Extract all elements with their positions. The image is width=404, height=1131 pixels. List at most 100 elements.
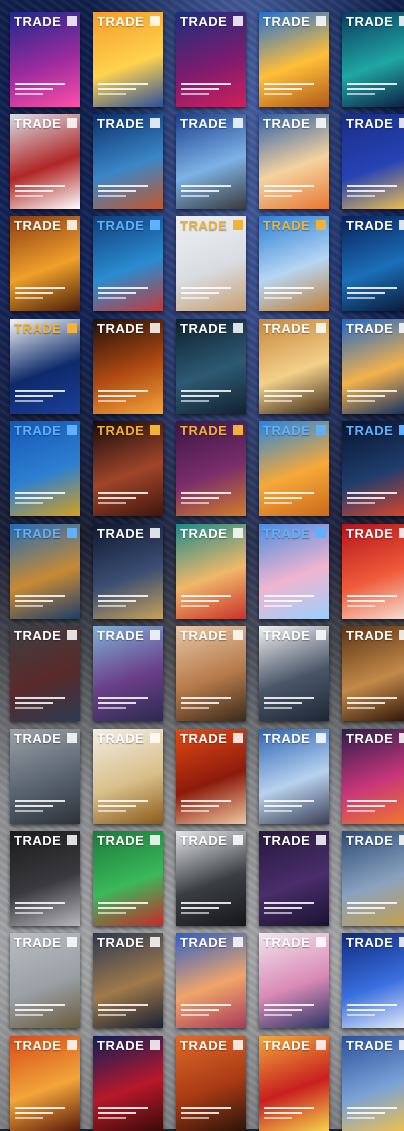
magazine-cover[interactable]: TRADE bbox=[93, 1036, 163, 1131]
magazine-cover[interactable]: TRADE bbox=[259, 729, 329, 824]
cover-headline-lines bbox=[98, 489, 148, 504]
magazine-cover[interactable]: TRADE bbox=[10, 114, 80, 209]
cover-masthead: TRADE bbox=[180, 1038, 228, 1053]
magazine-cover[interactable]: TRADE bbox=[176, 114, 246, 209]
magazine-cover[interactable]: TRADE bbox=[259, 524, 329, 619]
masthead-accent-icon bbox=[316, 528, 326, 538]
magazine-cover[interactable]: TRADE bbox=[93, 626, 163, 721]
cover-headline-lines bbox=[347, 899, 397, 914]
magazine-cover[interactable]: TRADE bbox=[10, 831, 80, 926]
magazine-cover[interactable]: TRADE bbox=[259, 12, 329, 107]
magazine-cover[interactable]: TRADE bbox=[342, 933, 404, 1028]
magazine-cover[interactable]: TRADE bbox=[342, 421, 404, 516]
cover-headline-lines bbox=[15, 797, 65, 812]
masthead-accent-icon bbox=[399, 937, 404, 947]
cover-masthead: TRADE bbox=[180, 628, 228, 643]
cover-headline-lines bbox=[98, 80, 148, 95]
masthead-accent-icon bbox=[150, 937, 160, 947]
magazine-cover[interactable]: TRADE bbox=[259, 421, 329, 516]
magazine-cover[interactable]: TRADE bbox=[93, 729, 163, 824]
cover-masthead: TRADE bbox=[14, 116, 62, 131]
magazine-cover[interactable]: TRADE bbox=[10, 421, 80, 516]
magazine-cover[interactable]: TRADE bbox=[10, 933, 80, 1028]
magazine-cover[interactable]: TRADE bbox=[342, 12, 404, 107]
cover-masthead: TRADE bbox=[346, 526, 394, 541]
magazine-cover[interactable]: TRADE bbox=[259, 933, 329, 1028]
masthead-accent-icon bbox=[233, 835, 243, 845]
masthead-accent-icon bbox=[150, 220, 160, 230]
magazine-cover[interactable]: TRADE bbox=[259, 319, 329, 414]
magazine-cover[interactable]: TRADE bbox=[10, 12, 80, 107]
cover-headline-lines bbox=[181, 1104, 231, 1119]
masthead-accent-icon bbox=[67, 220, 77, 230]
cover-masthead: TRADE bbox=[346, 935, 394, 950]
magazine-cover[interactable]: TRADE bbox=[10, 524, 80, 619]
magazine-cover[interactable]: TRADE bbox=[176, 421, 246, 516]
cover-masthead: TRADE bbox=[263, 935, 311, 950]
magazine-cover[interactable]: TRADE bbox=[176, 626, 246, 721]
magazine-cover[interactable]: TRADE bbox=[259, 831, 329, 926]
magazine-cover[interactable]: TRADE bbox=[176, 933, 246, 1028]
cover-masthead: TRADE bbox=[346, 833, 394, 848]
magazine-cover[interactable]: TRADE bbox=[93, 933, 163, 1028]
cover-headline-lines bbox=[264, 182, 314, 197]
magazine-cover[interactable]: TRADE bbox=[342, 729, 404, 824]
masthead-accent-icon bbox=[399, 630, 404, 640]
magazine-cover[interactable]: TRADE bbox=[93, 114, 163, 209]
magazine-cover[interactable]: TRADE bbox=[10, 319, 80, 414]
cover-headline-lines bbox=[15, 489, 65, 504]
cover-masthead: TRADE bbox=[97, 628, 145, 643]
cover-headline-lines bbox=[347, 182, 397, 197]
masthead-accent-icon bbox=[399, 733, 404, 743]
magazine-cover[interactable]: TRADE bbox=[176, 216, 246, 311]
magazine-cover[interactable]: TRADE bbox=[93, 12, 163, 107]
cover-masthead: TRADE bbox=[346, 628, 394, 643]
magazine-cover[interactable]: TRADE bbox=[259, 1036, 329, 1131]
magazine-cover[interactable]: TRADE bbox=[93, 524, 163, 619]
cover-masthead: TRADE bbox=[346, 218, 394, 233]
masthead-accent-icon bbox=[233, 528, 243, 538]
magazine-cover[interactable]: TRADE bbox=[259, 626, 329, 721]
cover-headline-lines bbox=[98, 899, 148, 914]
magazine-cover[interactable]: TRADE bbox=[176, 12, 246, 107]
cover-headline-lines bbox=[347, 284, 397, 299]
magazine-cover[interactable]: TRADE bbox=[176, 1036, 246, 1131]
masthead-accent-icon bbox=[150, 16, 160, 26]
magazine-cover[interactable]: TRADE bbox=[10, 216, 80, 311]
masthead-accent-icon bbox=[67, 835, 77, 845]
magazine-cover[interactable]: TRADE bbox=[342, 831, 404, 926]
magazine-cover[interactable]: TRADE bbox=[93, 831, 163, 926]
cover-masthead: TRADE bbox=[346, 423, 394, 438]
cover-headline-lines bbox=[98, 592, 148, 607]
cover-masthead: TRADE bbox=[263, 833, 311, 848]
cover-masthead: TRADE bbox=[346, 116, 394, 131]
magazine-cover[interactable]: TRADE bbox=[342, 626, 404, 721]
cover-masthead: TRADE bbox=[97, 935, 145, 950]
magazine-cover[interactable]: TRADE bbox=[10, 729, 80, 824]
cover-headline-lines bbox=[347, 489, 397, 504]
magazine-cover[interactable]: TRADE bbox=[342, 216, 404, 311]
masthead-accent-icon bbox=[316, 323, 326, 333]
magazine-cover[interactable]: TRADE bbox=[10, 1036, 80, 1131]
magazine-cover[interactable]: TRADE bbox=[342, 114, 404, 209]
magazine-cover[interactable]: TRADE bbox=[93, 421, 163, 516]
magazine-cover[interactable]: TRADE bbox=[176, 319, 246, 414]
magazine-cover[interactable]: TRADE bbox=[93, 216, 163, 311]
magazine-cover[interactable]: TRADE bbox=[259, 114, 329, 209]
magazine-cover[interactable]: TRADE bbox=[176, 524, 246, 619]
masthead-accent-icon bbox=[233, 118, 243, 128]
magazine-cover[interactable]: TRADE bbox=[176, 729, 246, 824]
magazine-cover[interactable]: TRADE bbox=[176, 831, 246, 926]
cover-headline-lines bbox=[15, 1001, 65, 1016]
magazine-cover[interactable]: TRADE bbox=[259, 216, 329, 311]
magazine-cover[interactable]: TRADE bbox=[342, 524, 404, 619]
magazine-cover[interactable]: TRADE bbox=[93, 319, 163, 414]
magazine-cover[interactable]: TRADE bbox=[342, 319, 404, 414]
cover-masthead: TRADE bbox=[180, 423, 228, 438]
cover-masthead: TRADE bbox=[263, 14, 311, 29]
magazine-cover-grid: TRADE TRADE TRADE TRADE TRADE TRADE TRADE TRADE… bbox=[0, 0, 404, 1131]
magazine-cover[interactable]: TRADE bbox=[10, 626, 80, 721]
cover-masthead: TRADE bbox=[97, 218, 145, 233]
cover-masthead: TRADE bbox=[14, 1038, 62, 1053]
magazine-cover[interactable]: TRADE bbox=[342, 1036, 404, 1131]
